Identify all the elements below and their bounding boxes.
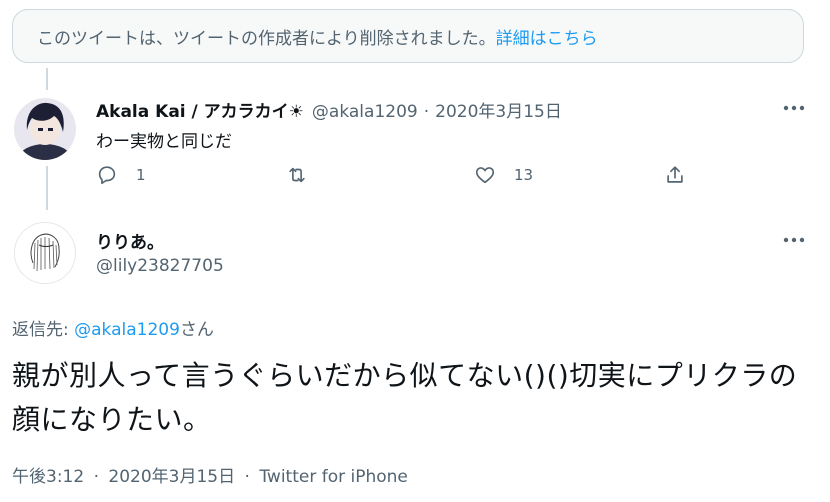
tweet1-separator: · xyxy=(423,102,430,122)
reply-count: 1 xyxy=(136,166,146,184)
tweet1-text: わー実物と同じだ xyxy=(96,132,232,152)
retweet-button[interactable] xyxy=(286,164,308,186)
reply-icon xyxy=(98,166,116,185)
replying-suffix: さん xyxy=(179,320,214,340)
like-button[interactable]: 13 xyxy=(474,164,533,186)
more-icon xyxy=(783,237,805,243)
tweet2-source[interactable]: Twitter for iPhone xyxy=(259,467,408,487)
tweet1-date[interactable]: 2020年3月15日 xyxy=(435,97,562,122)
reply-button[interactable]: 1 xyxy=(96,164,146,186)
learn-more-link[interactable]: 詳細はこちら xyxy=(496,24,598,49)
heart-icon xyxy=(475,167,495,184)
notice-text: このツイートは、ツイートの作成者により削除されました。 xyxy=(37,28,496,49)
tweet2-handle[interactable]: @lily23827705 xyxy=(96,256,224,276)
tweet1-actions: 1 13 xyxy=(96,164,696,194)
like-count: 13 xyxy=(514,166,534,184)
more-icon xyxy=(783,105,805,111)
avatar-akala-image xyxy=(14,98,76,160)
tweet2-more-button[interactable] xyxy=(779,230,809,250)
tweet1-handle[interactable]: @akala1209 xyxy=(312,102,418,122)
thread-line-bottom xyxy=(46,166,48,210)
tweet2-date[interactable]: 2020年3月15日 xyxy=(108,467,235,487)
avatar-lily-image xyxy=(15,223,75,283)
tweet1-header: Akala Kai / アカラカイ☀︎ @akala1209 · 2020年3月… xyxy=(96,97,562,122)
tweet2-text: 親が別人って言うぐらいだから似てない()()切実にプリクラの顔になりたい。 xyxy=(12,359,798,436)
tweet2-time[interactable]: 午後3:12 xyxy=(12,467,84,487)
tweet2-meta: 午後3:12 · 2020年3月15日 · Twitter for iPhone xyxy=(12,462,408,487)
tweet2-separator-1: · xyxy=(93,467,99,487)
deleted-tweet-notice: このツイートは、ツイートの作成者により削除されました。 詳細はこちら xyxy=(12,9,804,63)
tweet1-display-name[interactable]: Akala Kai / アカラカイ☀︎ xyxy=(96,97,304,122)
replying-to: 返信先: @akala1209さん xyxy=(12,315,214,340)
tweet2-display-name[interactable]: りりあ。 xyxy=(96,228,164,253)
tweet1-more-button[interactable] xyxy=(779,98,809,118)
share-button[interactable] xyxy=(664,164,686,186)
share-icon xyxy=(667,166,683,183)
avatar-lily[interactable] xyxy=(14,222,76,284)
thread-line-top xyxy=(46,68,48,90)
avatar-akala[interactable] xyxy=(14,98,76,160)
tweet2-separator-2: · xyxy=(244,467,250,487)
replying-handle-link[interactable]: @akala1209 xyxy=(74,320,180,340)
replying-prefix: 返信先: xyxy=(12,320,75,340)
retweet-icon xyxy=(289,167,305,183)
